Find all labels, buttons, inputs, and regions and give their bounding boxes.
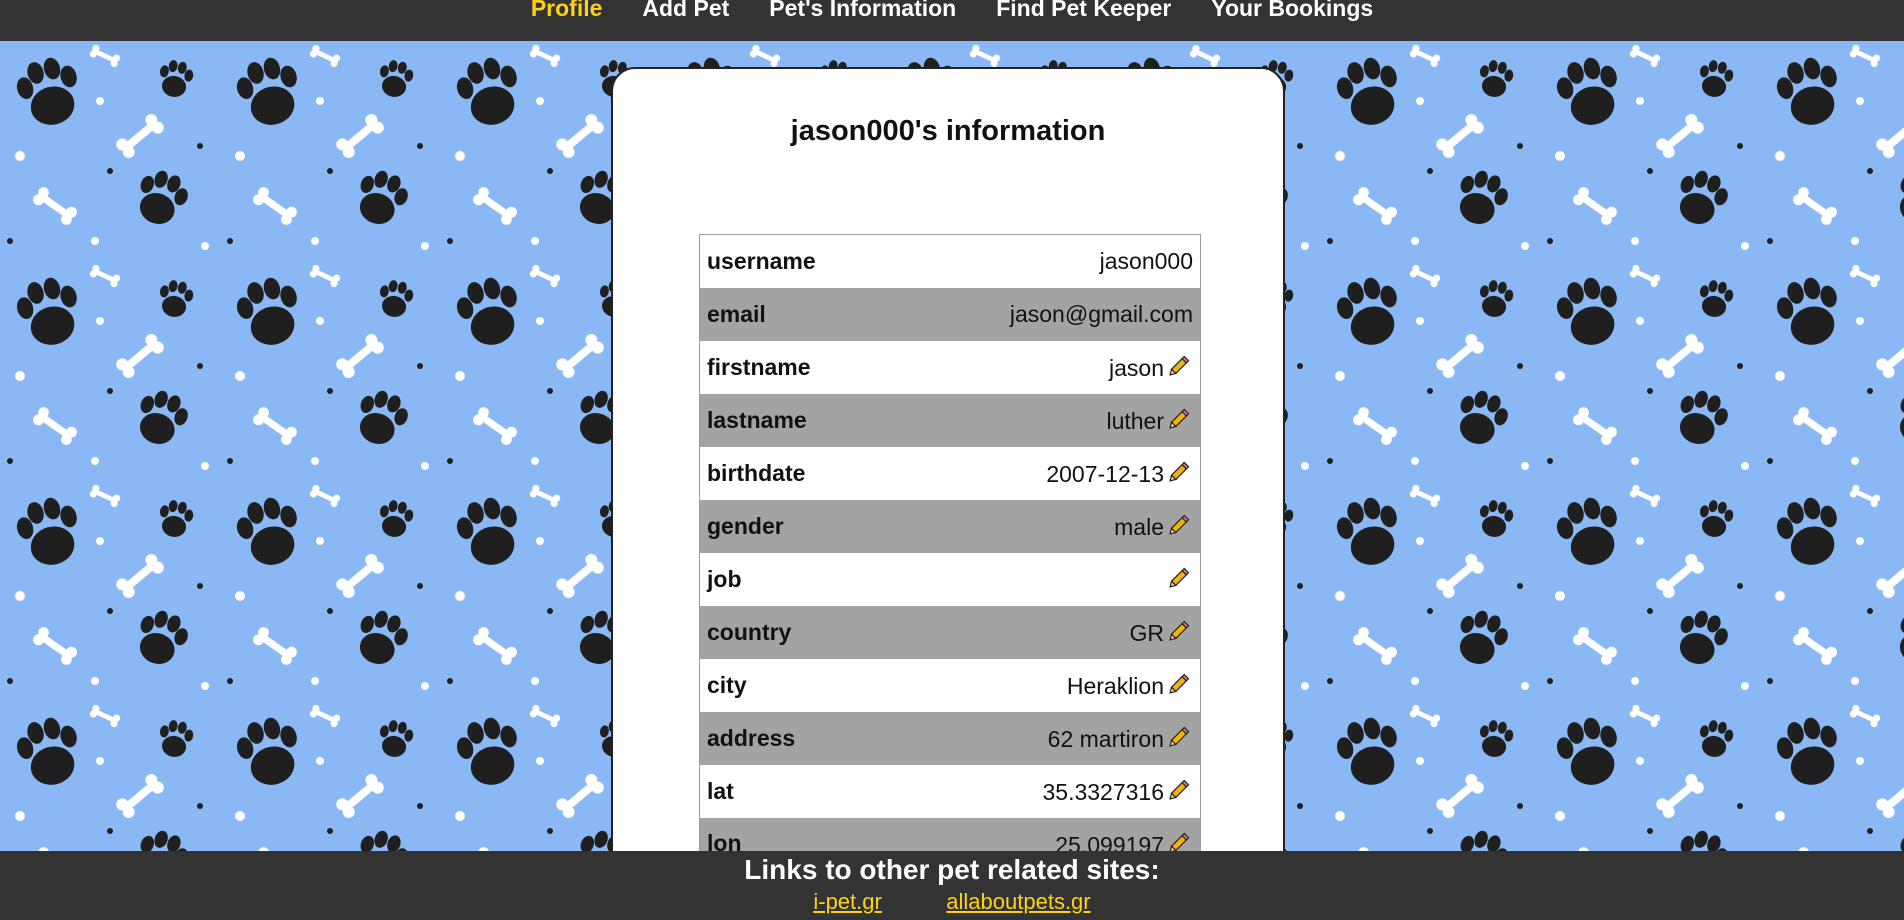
footer: Links to other pet related sites: i-pet.… [0,851,1904,920]
nav-pets-information[interactable]: Pet's Information [749,0,976,20]
table-row-firstname: firstname jason [700,341,1201,394]
row-value-cell [892,553,1201,606]
row-value: 35.3327316 [1042,779,1164,805]
pencil-icon[interactable] [1167,617,1193,643]
table-row-birthdate: birthdate 2007-12-13 [700,447,1201,500]
table-row-lat: lat 35.3327316 [700,765,1201,818]
pencil-icon[interactable] [1167,670,1193,696]
row-label: birthdate [707,459,806,486]
nav-your-bookings[interactable]: Your Bookings [1191,0,1393,20]
row-label: username [707,247,816,274]
row-value-cell: 35.3327316 [892,765,1201,818]
table-row-username: username jason000 [700,235,1201,288]
profile-info-table: username jason000 email jason@gmail.com … [699,234,1201,871]
row-label: lat [707,777,734,804]
row-value: 62 martiron [1047,726,1164,752]
table-row-job: job [700,553,1201,606]
row-value: male [1114,514,1164,540]
row-value: luther [1106,408,1164,434]
row-value: 2007-12-13 [1046,461,1164,487]
row-label: address [707,724,796,751]
table-row-gender: gender male [699,499,1201,553]
pencil-icon[interactable] [1167,776,1193,802]
row-value: jason [1109,355,1164,381]
row-value: GR [1129,620,1165,646]
row-value-cell: Heraklion [892,659,1201,712]
profile-card: jason000's information username jason000… [611,67,1285,920]
footer-link-allaboutpets[interactable]: allaboutpets.gr [946,889,1090,914]
row-label: job [707,565,742,592]
footer-link-i-pet[interactable]: i-pet.gr [813,889,881,914]
row-label: gender [707,512,784,539]
row-value: jason@gmail.com [1009,300,1193,327]
row-label: country [707,618,792,645]
row-value-cell: male [892,500,1201,553]
nav-profile[interactable]: Profile [511,0,623,20]
row-value: jason000 [1099,247,1193,274]
top-navigation: Profile Add Pet Pet's Information Find P… [0,0,1904,41]
row-label: city [707,671,747,698]
page-title: jason000's information [790,115,1106,147]
table-row-country: country GR [699,605,1201,659]
row-label: email [707,300,766,327]
row-value-cell: 62 martiron [892,712,1201,765]
pencil-icon[interactable] [1167,458,1193,484]
nav-add-pet[interactable]: Add Pet [622,0,749,20]
row-value-cell: jason000 [892,235,1201,288]
row-value-cell: jason@gmail.com [892,288,1201,341]
row-value-cell: GR [892,606,1201,659]
pencil-icon[interactable] [1167,564,1193,590]
footer-links: i-pet.gr allaboutpets.gr [0,889,1904,915]
row-label: lastname [707,406,807,433]
table-row-lastname: lastname luther [699,393,1201,447]
nav-find-pet-keeper[interactable]: Find Pet Keeper [976,0,1191,20]
table-row-address: address 62 martiron [699,711,1201,765]
footer-title: Links to other pet related sites: [744,854,1160,885]
row-value-cell: 2007-12-13 [892,447,1201,500]
row-value-cell: luther [892,394,1201,447]
table-row-city: city Heraklion [700,659,1201,712]
pencil-icon[interactable] [1167,723,1193,749]
table-row-email: email jason@gmail.com [699,287,1201,341]
row-value: Heraklion [1066,673,1164,699]
pencil-icon[interactable] [1167,511,1193,537]
row-value-cell: jason [892,341,1201,394]
pencil-icon[interactable] [1167,405,1193,431]
pencil-icon[interactable] [1167,352,1193,378]
row-label: firstname [707,353,811,380]
